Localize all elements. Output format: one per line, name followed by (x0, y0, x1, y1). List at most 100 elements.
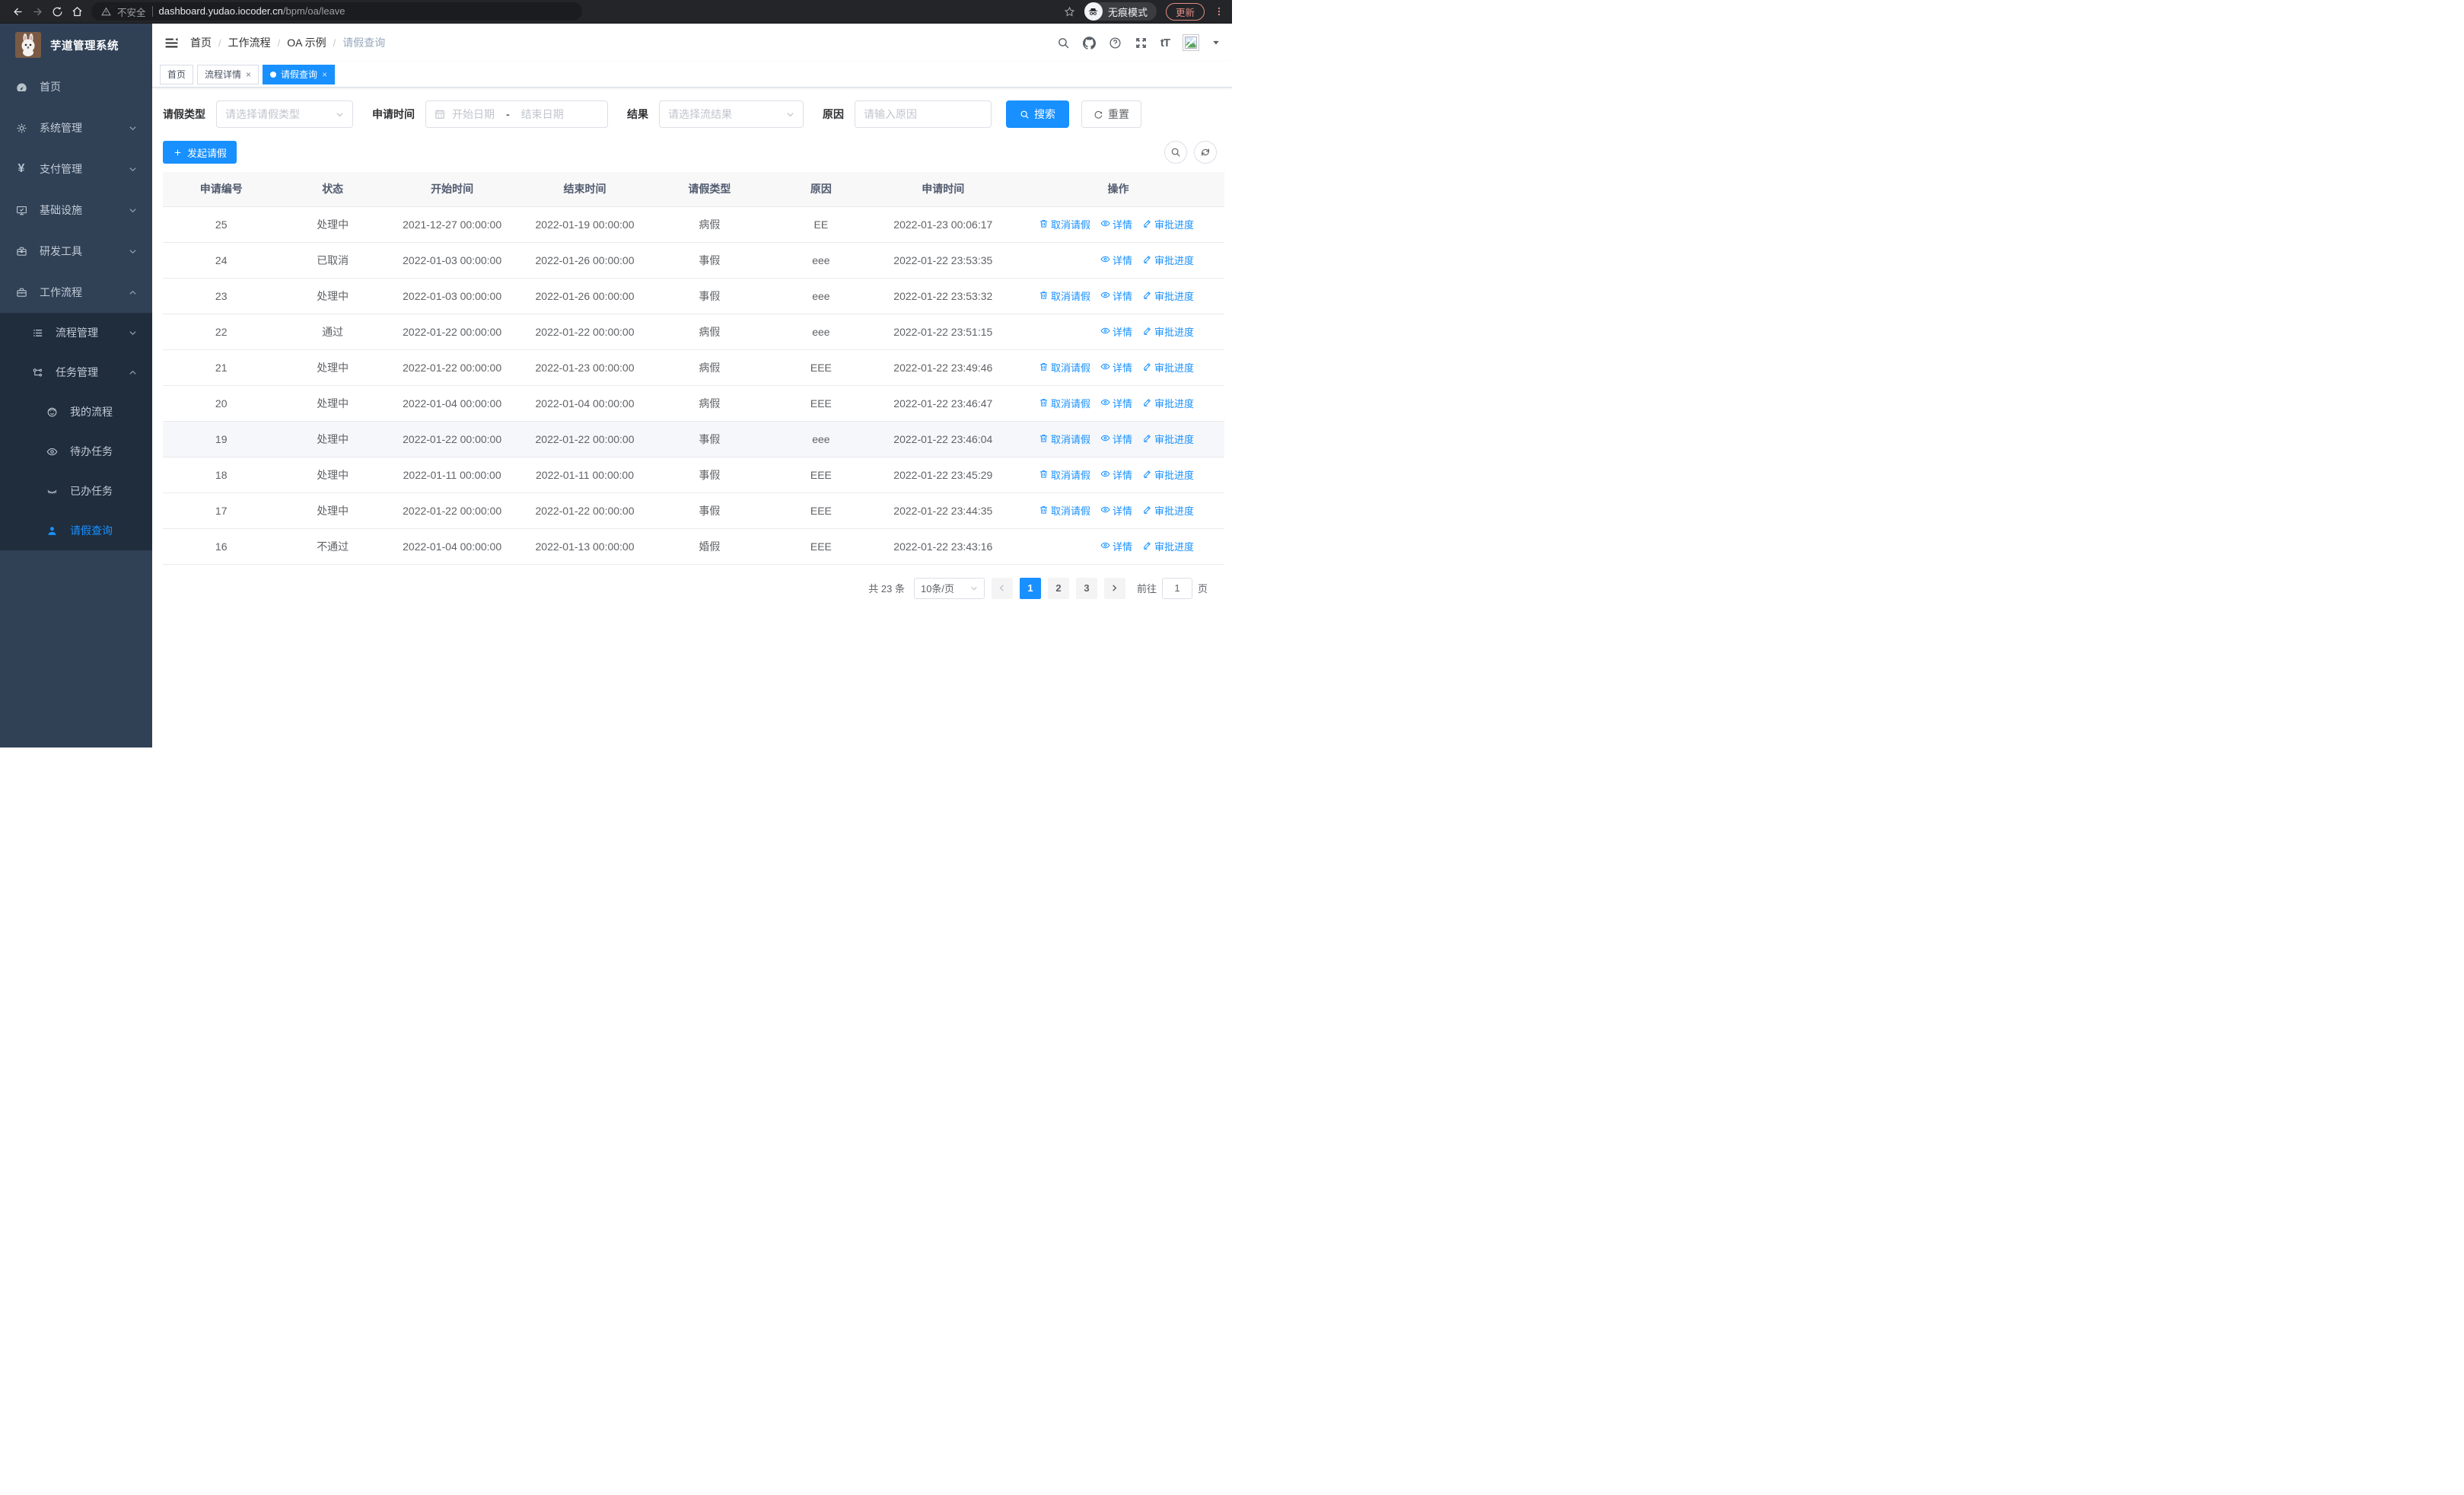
page-button-3[interactable]: 3 (1075, 577, 1097, 599)
cancel-leave-link[interactable]: 取消请假 (1039, 467, 1090, 482)
cell-开始时间: 2022-01-22 00:00:00 (385, 349, 519, 386)
cancel-leave-link[interactable]: 取消请假 (1039, 503, 1090, 518)
cancel-leave-link[interactable]: 取消请假 (1039, 360, 1090, 375)
sidebar-collapse-icon[interactable] (164, 36, 179, 50)
detail-link[interactable]: 详情 (1100, 288, 1132, 303)
sidebar-item-我的流程[interactable]: 我的流程 (0, 392, 152, 432)
help-icon[interactable] (1109, 37, 1122, 49)
sidebar-item-系统管理[interactable]: 系统管理 (0, 107, 152, 148)
prev-page-button[interactable] (991, 577, 1013, 599)
sidebar-item-首页[interactable]: 首页 (0, 66, 152, 107)
detail-link[interactable]: 详情 (1100, 324, 1132, 339)
tab-请假查询[interactable]: 请假查询 × (263, 64, 336, 84)
toolbox-icon (15, 245, 27, 257)
breadcrumb-item[interactable]: OA 示例 (287, 35, 326, 50)
sidebar-item-待办任务[interactable]: 待办任务 (0, 432, 152, 471)
cell-申请时间: 2022-01-22 23:44:35 (874, 492, 1012, 529)
apply-time-range-input[interactable]: 开始日期 - 结束日期 (425, 100, 608, 128)
app-logo[interactable]: 芋道管理系统 (0, 24, 152, 66)
sidebar-item-任务管理[interactable]: 任务管理 (0, 352, 152, 392)
breadcrumb-item[interactable]: 首页 (190, 35, 212, 50)
cancel-leave-link[interactable]: 取消请假 (1039, 396, 1090, 410)
breadcrumb-item[interactable]: 工作流程 (228, 35, 271, 50)
cell-申请时间: 2022-01-22 23:53:32 (874, 278, 1012, 314)
chevron-down-icon (129, 165, 137, 174)
page-size-select[interactable]: 10条/页 (913, 577, 985, 599)
sidebar-item-请假查询[interactable]: 请假查询 (0, 511, 152, 550)
approval-progress-link[interactable]: 审批进度 (1142, 324, 1194, 339)
cancel-leave-link[interactable]: 取消请假 (1039, 217, 1090, 231)
approval-progress-link-label: 审批进度 (1154, 470, 1194, 481)
approval-progress-link[interactable]: 审批进度 (1142, 503, 1194, 518)
view-icon (1100, 254, 1110, 266)
goto-page-input[interactable] (1161, 577, 1192, 599)
page-button-2[interactable]: 2 (1047, 577, 1069, 599)
breadcrumb-separator: / (218, 37, 221, 49)
approval-progress-link[interactable]: 审批进度 (1142, 539, 1194, 553)
sidebar-item-工作流程[interactable]: 工作流程 (0, 272, 152, 313)
approval-progress-link[interactable]: 审批进度 (1142, 253, 1194, 267)
trash-icon (1039, 469, 1049, 481)
tab-流程详情[interactable]: 流程详情 × (197, 64, 259, 84)
browser-home-icon[interactable] (67, 2, 87, 21)
sidebar-item-已办任务[interactable]: 已办任务 (0, 471, 152, 511)
approval-progress-link[interactable]: 审批进度 (1142, 217, 1194, 231)
browser-menu-icon[interactable] (1214, 6, 1224, 17)
create-leave-button[interactable]: 发起请假 (163, 141, 237, 164)
github-icon[interactable] (1082, 36, 1096, 49)
detail-link[interactable]: 详情 (1100, 253, 1132, 267)
detail-link[interactable]: 详情 (1100, 217, 1132, 231)
sidebar-item-研发工具[interactable]: 研发工具 (0, 231, 152, 272)
approval-progress-link[interactable]: 审批进度 (1142, 288, 1194, 303)
cell-请假类型: 事假 (651, 242, 769, 279)
approval-progress-link[interactable]: 审批进度 (1142, 467, 1194, 482)
incognito-icon (1084, 2, 1103, 21)
cancel-leave-link-label: 取消请假 (1050, 398, 1090, 410)
sidebar-item-基础设施[interactable]: 基础设施 (0, 190, 152, 231)
reset-button[interactable]: 重置 (1081, 100, 1141, 128)
refresh-table-button[interactable] (1194, 141, 1217, 164)
tab-首页[interactable]: 首页 (160, 64, 194, 84)
cell-原因: eee (768, 421, 874, 457)
detail-link[interactable]: 详情 (1100, 396, 1132, 410)
reason-input[interactable] (864, 108, 982, 120)
tab-close-icon[interactable]: × (322, 70, 327, 79)
browser-update-button[interactable]: 更新 (1165, 2, 1205, 21)
page-button-1[interactable]: 1 (1019, 577, 1041, 599)
detail-link[interactable]: 详情 (1100, 467, 1132, 482)
leave-type-select[interactable]: 请选择请假类型 (216, 100, 353, 128)
browser-back-icon[interactable] (8, 2, 27, 21)
search-button[interactable]: 搜索 (1006, 100, 1069, 128)
approval-progress-link[interactable]: 审批进度 (1142, 360, 1194, 375)
browser-forward-icon[interactable] (27, 2, 47, 21)
approval-progress-link[interactable]: 审批进度 (1142, 396, 1194, 410)
edit-icon (1142, 290, 1152, 302)
show-search-button[interactable] (1164, 141, 1187, 164)
logo-image (15, 32, 41, 58)
bookmark-star-icon[interactable] (1064, 6, 1075, 18)
cancel-leave-link[interactable]: 取消请假 (1039, 288, 1090, 303)
chevron-down-icon (970, 585, 978, 592)
cancel-leave-link[interactable]: 取消请假 (1039, 432, 1090, 446)
cell-结束时间: 2022-01-22 00:00:00 (518, 421, 651, 457)
detail-link[interactable]: 详情 (1100, 539, 1132, 553)
sidebar-item-流程管理[interactable]: 流程管理 (0, 313, 152, 352)
result-select[interactable]: 请选择流结果 (659, 100, 804, 128)
browser-reload-icon[interactable] (47, 2, 67, 21)
font-size-icon[interactable]: tT (1160, 37, 1170, 49)
fullscreen-icon[interactable] (1135, 37, 1148, 49)
detail-link[interactable]: 详情 (1100, 432, 1132, 446)
header-search-icon[interactable] (1057, 37, 1070, 49)
next-page-button[interactable] (1103, 577, 1125, 599)
approval-progress-link[interactable]: 审批进度 (1142, 432, 1194, 446)
tab-label: 首页 (167, 69, 186, 80)
tab-close-icon[interactable]: × (246, 70, 251, 79)
avatar-caret-down-icon[interactable] (1212, 39, 1220, 46)
not-secure-warning-icon (101, 7, 111, 17)
address-bar[interactable]: 不安全 dashboard.yudao.iocoder.cn/bpm/oa/le… (91, 2, 582, 21)
detail-link[interactable]: 详情 (1100, 503, 1132, 518)
sidebar-item-支付管理[interactable]: ¥ 支付管理 (0, 148, 152, 190)
approval-progress-link-label: 审批进度 (1154, 219, 1194, 231)
detail-link[interactable]: 详情 (1100, 360, 1132, 375)
user-avatar[interactable] (1183, 34, 1199, 51)
